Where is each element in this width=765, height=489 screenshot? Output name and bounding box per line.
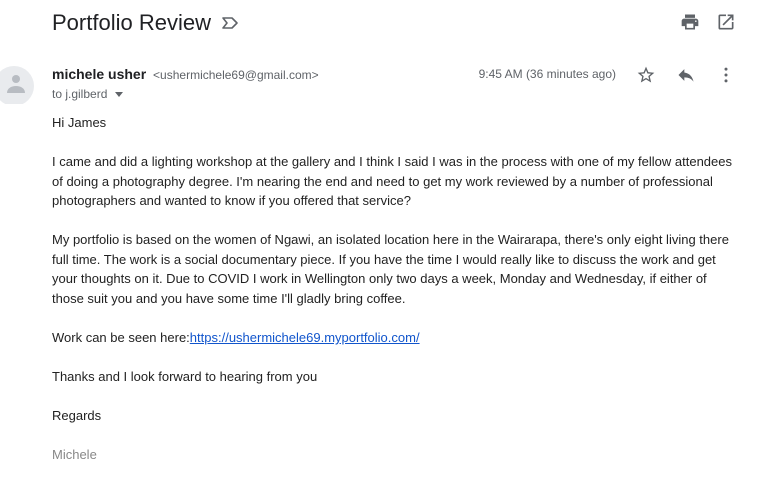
signature-text: Michele bbox=[52, 447, 97, 462]
more-vert-icon[interactable] bbox=[716, 65, 736, 85]
email-body-work-line: Work can be seen here:https://ushermiche… bbox=[52, 328, 742, 348]
email-body-paragraph-1: I came and did a lighting workshop at th… bbox=[52, 152, 742, 211]
email-body-regards: Regards bbox=[52, 406, 742, 426]
email-body-signature: Michele bbox=[52, 445, 742, 465]
sender-avatar[interactable] bbox=[0, 64, 34, 104]
email-body-thanks: Thanks and I look forward to hearing fro… bbox=[52, 367, 742, 387]
label-outline-icon[interactable] bbox=[221, 16, 239, 30]
regards-text: Regards bbox=[52, 408, 102, 423]
print-icon[interactable] bbox=[680, 12, 700, 32]
sender-name[interactable]: michele usher bbox=[52, 66, 146, 82]
email-body-paragraph-2: My portfolio is based on the women of Ng… bbox=[52, 230, 742, 308]
reply-icon[interactable] bbox=[676, 65, 696, 85]
star-outline-icon[interactable] bbox=[636, 65, 656, 85]
open-in-new-icon[interactable] bbox=[716, 12, 736, 32]
portfolio-link[interactable]: https://ushermichele69.myportfolio.com/ bbox=[190, 330, 420, 345]
work-prefix-text: Work can be seen here: bbox=[52, 330, 190, 345]
thanks-text: Thanks and I look forward to hearing fro… bbox=[52, 369, 318, 384]
show-details-caret-icon[interactable] bbox=[115, 91, 124, 97]
subject-row: Portfolio Review bbox=[52, 8, 239, 38]
recipient-line: to j.gilberd bbox=[52, 87, 124, 101]
greeting-text: Hi James bbox=[52, 115, 107, 130]
message-timestamp: 9:45 AM (36 minutes ago) bbox=[478, 67, 616, 81]
paragraph-2-text: My portfolio is based on the women of Ng… bbox=[52, 232, 729, 306]
sender-email: <ushermichele69@gmail.com> bbox=[153, 68, 319, 82]
work-line: Work can be seen here:https://ushermiche… bbox=[52, 328, 742, 348]
recipient-text: to j.gilberd bbox=[52, 87, 108, 101]
email-body-greeting: Hi James bbox=[52, 113, 742, 133]
paragraph-1-text: I came and did a lighting workshop at th… bbox=[52, 154, 732, 208]
default-avatar-icon bbox=[7, 75, 25, 93]
email-subject: Portfolio Review bbox=[52, 10, 211, 35]
sender-line: michele usher <ushermichele69@gmail.com> bbox=[52, 66, 319, 82]
